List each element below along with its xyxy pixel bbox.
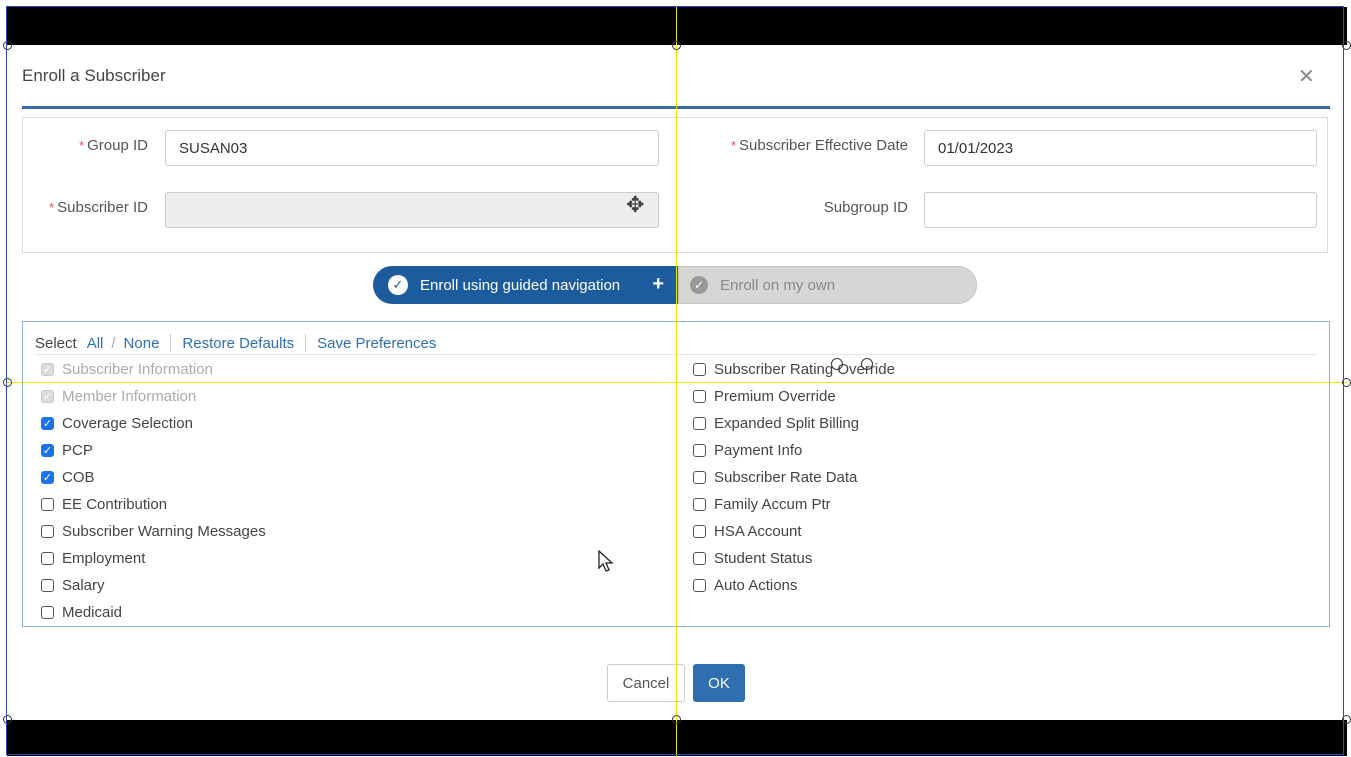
checkbox[interactable] (41, 524, 54, 538)
option-student-status[interactable]: Student Status (693, 548, 812, 568)
checkbox[interactable] (693, 362, 706, 376)
option-label: Auto Actions (714, 576, 798, 594)
enroll-own-label: Enroll on my own (720, 276, 836, 294)
option-label: Student Status (714, 549, 813, 567)
option-family-accum-ptr[interactable]: Family Accum Ptr (693, 494, 831, 514)
guide-handle (672, 715, 681, 724)
checkbox[interactable] (693, 578, 706, 592)
checkbox[interactable] (41, 578, 54, 592)
slash-separator: / (111, 334, 116, 352)
checkbox[interactable] (41, 497, 54, 511)
option-label: Subscriber Rate Data (714, 468, 858, 486)
divider (170, 334, 172, 352)
option-payment-info[interactable]: Payment Info (693, 440, 802, 460)
checkbox[interactable] (41, 605, 54, 619)
mouse-pointer-icon (598, 549, 614, 579)
check-circle-icon: ✓ (388, 275, 408, 295)
option-label: Member Information (62, 387, 197, 405)
divider (305, 334, 307, 352)
checkbox: ✓ (41, 389, 54, 403)
close-icon[interactable]: ✕ (1298, 64, 1315, 89)
guided-navigation-label: Enroll using guided navigation (420, 276, 621, 294)
option-medicaid[interactable]: Medicaid (41, 602, 122, 622)
enroll-own-toggle[interactable]: ✓ Enroll on my own (678, 266, 977, 304)
option-label: Subscriber Information (62, 360, 213, 378)
select-label: Select (35, 334, 77, 352)
option-label: HSA Account (714, 522, 802, 540)
checkbox[interactable]: ✓ (41, 470, 54, 484)
option-subscriber-information: ✓ Subscriber Information (41, 359, 213, 379)
option-label: Payment Info (714, 441, 803, 459)
black-bar-bottom (7, 720, 1347, 756)
option-cob[interactable]: ✓ COB (41, 467, 95, 487)
cursor-ring (861, 358, 873, 370)
select-none-link[interactable]: None (124, 335, 160, 352)
checkbox[interactable]: ✓ (41, 416, 54, 430)
restore-defaults-link[interactable]: Restore Defaults (182, 335, 294, 352)
checkbox[interactable] (693, 497, 706, 511)
option-label: PCP (62, 441, 93, 459)
option-salary[interactable]: Salary (41, 575, 105, 595)
black-bar-top (7, 7, 1347, 45)
guide-handle (3, 378, 12, 387)
checkbox[interactable]: ✓ (41, 443, 54, 457)
checkbox[interactable] (693, 416, 706, 430)
option-premium-override[interactable]: Premium Override (693, 386, 836, 406)
subgroup-id-input[interactable] (924, 192, 1317, 228)
option-label: Family Accum Ptr (714, 495, 831, 513)
subscriber-id-label: * Subscriber ID (49, 199, 148, 216)
dialog-title: Enroll a Subscriber (22, 66, 166, 85)
effective-date-input[interactable]: 01/01/2023 (924, 130, 1317, 166)
guide-handle (1342, 715, 1351, 724)
option-label: COB (62, 468, 95, 486)
save-preferences-link[interactable]: Save Preferences (317, 335, 436, 352)
checkbox[interactable] (693, 443, 706, 457)
option-subscriber-rate-data[interactable]: Subscriber Rate Data (693, 467, 857, 487)
cursor-ring (831, 358, 843, 370)
checkbox[interactable] (693, 551, 706, 565)
select-all-link[interactable]: All (87, 335, 104, 352)
option-coverage-selection[interactable]: ✓ Coverage Selection (41, 413, 193, 433)
guide-handle (1342, 378, 1351, 387)
checkbox[interactable] (693, 389, 706, 403)
option-auto-actions[interactable]: Auto Actions (693, 575, 797, 595)
checkbox[interactable] (693, 470, 706, 484)
option-subscriber-warning-messages[interactable]: Subscriber Warning Messages (41, 521, 266, 541)
option-label: Premium Override (714, 387, 836, 405)
option-hsa-account[interactable]: HSA Account (693, 521, 802, 541)
subgroup-id-label: Subgroup ID (823, 199, 908, 216)
guided-navigation-toggle[interactable]: ✓ Enroll using guided navigation + (373, 266, 678, 304)
subscriber-id-input[interactable] (165, 192, 659, 228)
check-circle-icon: ✓ (690, 276, 708, 294)
option-ee-contribution[interactable]: EE Contribution (41, 494, 167, 514)
option-label: Subscriber Warning Messages (62, 522, 266, 540)
checkbox[interactable] (693, 524, 706, 538)
checkbox: ✓ (41, 362, 54, 376)
plus-icon: + (652, 273, 664, 295)
guide-handle (3, 41, 12, 50)
option-label: Medicaid (62, 603, 123, 621)
group-id-input[interactable]: SUSAN03 (165, 130, 659, 166)
guide-handle (672, 41, 681, 50)
option-label: EE Contribution (62, 495, 168, 513)
option-member-information: ✓ Member Information (41, 386, 196, 406)
option-pcp[interactable]: ✓ PCP (41, 440, 93, 460)
checkbox[interactable] (41, 551, 54, 565)
option-employment[interactable]: Employment (41, 548, 145, 568)
move-cursor-icon: ✥ (626, 192, 645, 217)
ok-button[interactable]: OK (693, 664, 745, 702)
guide-handle (3, 715, 12, 724)
effective-date-label: * Subscriber Effective Date (730, 137, 908, 154)
option-label: Employment (62, 549, 146, 567)
cancel-button[interactable]: Cancel (607, 664, 685, 702)
guide-line-horizontal (7, 382, 1347, 383)
guide-handle (1342, 41, 1351, 50)
select-toolbar: Select All / None Restore Defaults Save … (35, 334, 436, 352)
group-id-label: * Group ID (79, 137, 148, 154)
option-label: Coverage Selection (62, 414, 193, 432)
option-label: Expanded Split Billing (714, 414, 860, 432)
option-label: Salary (62, 576, 105, 594)
option-expanded-split-billing[interactable]: Expanded Split Billing (693, 413, 859, 433)
